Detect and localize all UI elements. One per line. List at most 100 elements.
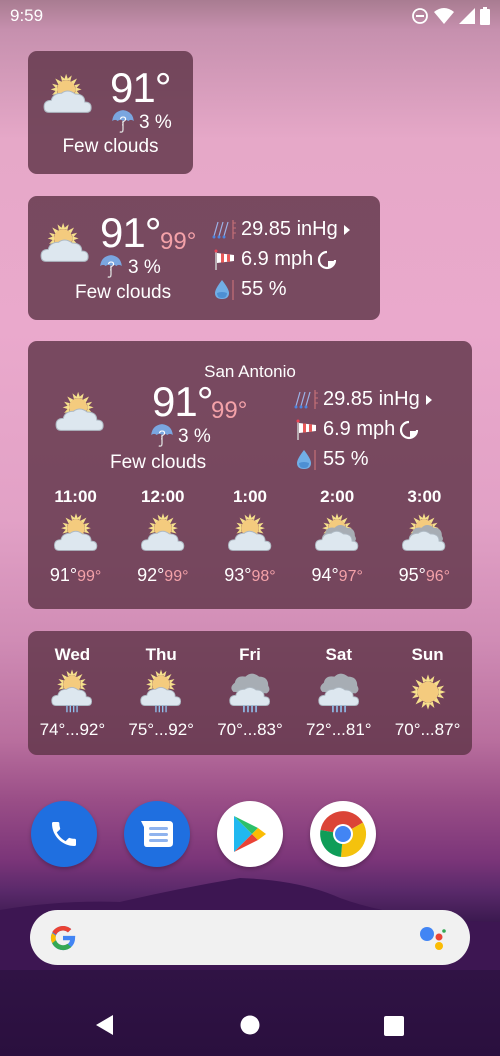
mostly-cloudy-icon [315, 513, 359, 551]
current-temperature: 91° [152, 378, 214, 425]
temp-value: 91° [49, 565, 78, 585]
windsock-icon [295, 418, 317, 441]
day-label: Thu [145, 645, 177, 664]
humidity-value: 55 % [323, 448, 369, 470]
location-name: San Antonio [204, 362, 296, 381]
hour-label: 2:00 [320, 487, 355, 506]
hour-temp: 91°99° [50, 565, 101, 586]
mostly-cloudy-icon [402, 513, 446, 551]
phone-icon [52, 822, 76, 846]
cell-signal-icon [459, 8, 475, 24]
daily-forecast: Wed 74°...92° Thu 75°...92° Fri 70°...83… [28, 645, 472, 740]
condition-text: Few clouds [75, 282, 172, 303]
status-time: 9:59 [10, 6, 44, 25]
humidity-row: 55 % [294, 448, 369, 471]
sun-rain-icon [140, 669, 182, 713]
cloud-rain-icon [318, 673, 359, 714]
battery-icon [480, 7, 490, 25]
weather-widget-medium[interactable]: 91° 99° 3 % Few clouds 29.85 inHg 6.9 mp… [28, 196, 380, 320]
play-store-icon [234, 816, 266, 852]
day-temp-range: 70°...87° [394, 720, 461, 739]
condition-text: Few clouds [110, 452, 207, 473]
hour-temp: 94°97° [311, 565, 362, 586]
current-temperature: 91° [110, 64, 172, 111]
humidity-drop-icon [296, 448, 316, 471]
partly-cloudy-icon [43, 73, 92, 113]
day-label: Wed [54, 645, 91, 664]
dock-chrome[interactable] [310, 801, 376, 867]
precip-chance: 3 % [178, 426, 211, 447]
hourly-item: 11:00 91°99° [36, 487, 116, 586]
partly-cloudy-icon [227, 513, 272, 551]
hourly-item: 12:00 92°99° [123, 487, 203, 586]
hourly-forecast: 11:00 91°99° 12:00 92°99° 1:00 93°98° 2:… [28, 487, 472, 586]
day-temp-range: 75°...92° [128, 720, 194, 739]
partly-cloudy-icon [55, 391, 104, 431]
cloud-rain-icon [229, 673, 270, 714]
wifi-icon [434, 8, 454, 24]
day-label: Fri [239, 645, 261, 664]
hour-label: 12:00 [141, 487, 185, 506]
wind-row: 6.9 mph [212, 248, 338, 271]
hour-temp: 92°99° [137, 565, 188, 586]
umbrella-icon [111, 109, 135, 133]
back-icon[interactable] [95, 1014, 115, 1036]
caret-right-icon[interactable] [341, 224, 353, 236]
feels-like-temperature: 99° [160, 228, 197, 255]
umbrella-icon [150, 423, 174, 447]
day-temp-range: 70°...83° [217, 720, 283, 739]
pressure-row: 29.85 inHg [294, 388, 435, 411]
day-label: Sun [411, 645, 444, 664]
messages-icon [141, 821, 173, 847]
daily-item: Wed 74°...92° [30, 645, 114, 740]
hour-temp: 95°96° [399, 565, 450, 586]
caret-right-icon[interactable] [423, 394, 435, 406]
hour-label: 1:00 [232, 487, 267, 506]
hour-label: 3:00 [407, 487, 442, 506]
temp-value: 92° [137, 565, 165, 585]
hour-temp: 93°98° [224, 565, 275, 586]
hourly-item: 2:00 94°97° [297, 487, 377, 586]
barometer-icon [212, 218, 237, 240]
refresh-icon[interactable] [398, 419, 420, 441]
barometer-icon [294, 388, 319, 410]
dock-messages[interactable] [124, 801, 190, 867]
dock-phone[interactable] [31, 801, 97, 867]
partly-cloudy-icon [53, 513, 97, 551]
weather-widget-small[interactable]: 91° 3 % Few clouds [28, 51, 193, 174]
day-label: Sat [325, 645, 353, 664]
feels-like-value: 99° [164, 568, 189, 585]
weather-widget-daily[interactable]: Wed 74°...92° Thu 75°...92° Fri 70°...83… [28, 631, 472, 755]
google-logo-icon[interactable] [48, 923, 78, 953]
google-search-bar[interactable] [30, 910, 470, 965]
recents-icon[interactable] [384, 1016, 404, 1036]
temp-value: 95° [398, 565, 426, 585]
windsock-icon [213, 248, 235, 271]
humidity-row: 55 % [212, 278, 287, 301]
refresh-icon[interactable] [316, 249, 338, 271]
hourly-item: 3:00 95°96° [384, 487, 464, 586]
wind-row: 6.9 mph [294, 418, 420, 441]
hourly-item: 1:00 93°98° [210, 487, 290, 586]
status-bar: 9:59 [0, 0, 500, 32]
home-icon[interactable] [240, 1015, 260, 1035]
hour-label: 11:00 [54, 487, 97, 506]
weather-widget-large[interactable]: San Antonio 91° 99° 3 % Few clouds 29.85… [28, 341, 472, 609]
partly-cloudy-icon [40, 222, 89, 262]
day-temp-range: 72°...81° [305, 720, 372, 739]
feels-like-value: 98° [251, 568, 276, 585]
daily-item: Sat 72°...81° [297, 645, 381, 740]
wind-value: 6.9 mph [323, 418, 396, 440]
precip-chance: 3 % [139, 112, 172, 133]
feels-like-value: 99° [77, 568, 102, 585]
current-temperature: 91° [100, 209, 162, 256]
condition-text: Few clouds [62, 136, 159, 157]
temp-value: 93° [224, 565, 252, 585]
wind-value: 6.9 mph [241, 248, 314, 270]
daily-item: Fri 70°...83° [208, 645, 292, 740]
feels-like-value: 97° [338, 568, 363, 585]
dock-play-store[interactable] [217, 801, 283, 867]
humidity-value: 55 % [241, 278, 287, 300]
google-assistant-icon[interactable] [418, 924, 450, 952]
pressure-value: 29.85 inHg [241, 218, 338, 240]
